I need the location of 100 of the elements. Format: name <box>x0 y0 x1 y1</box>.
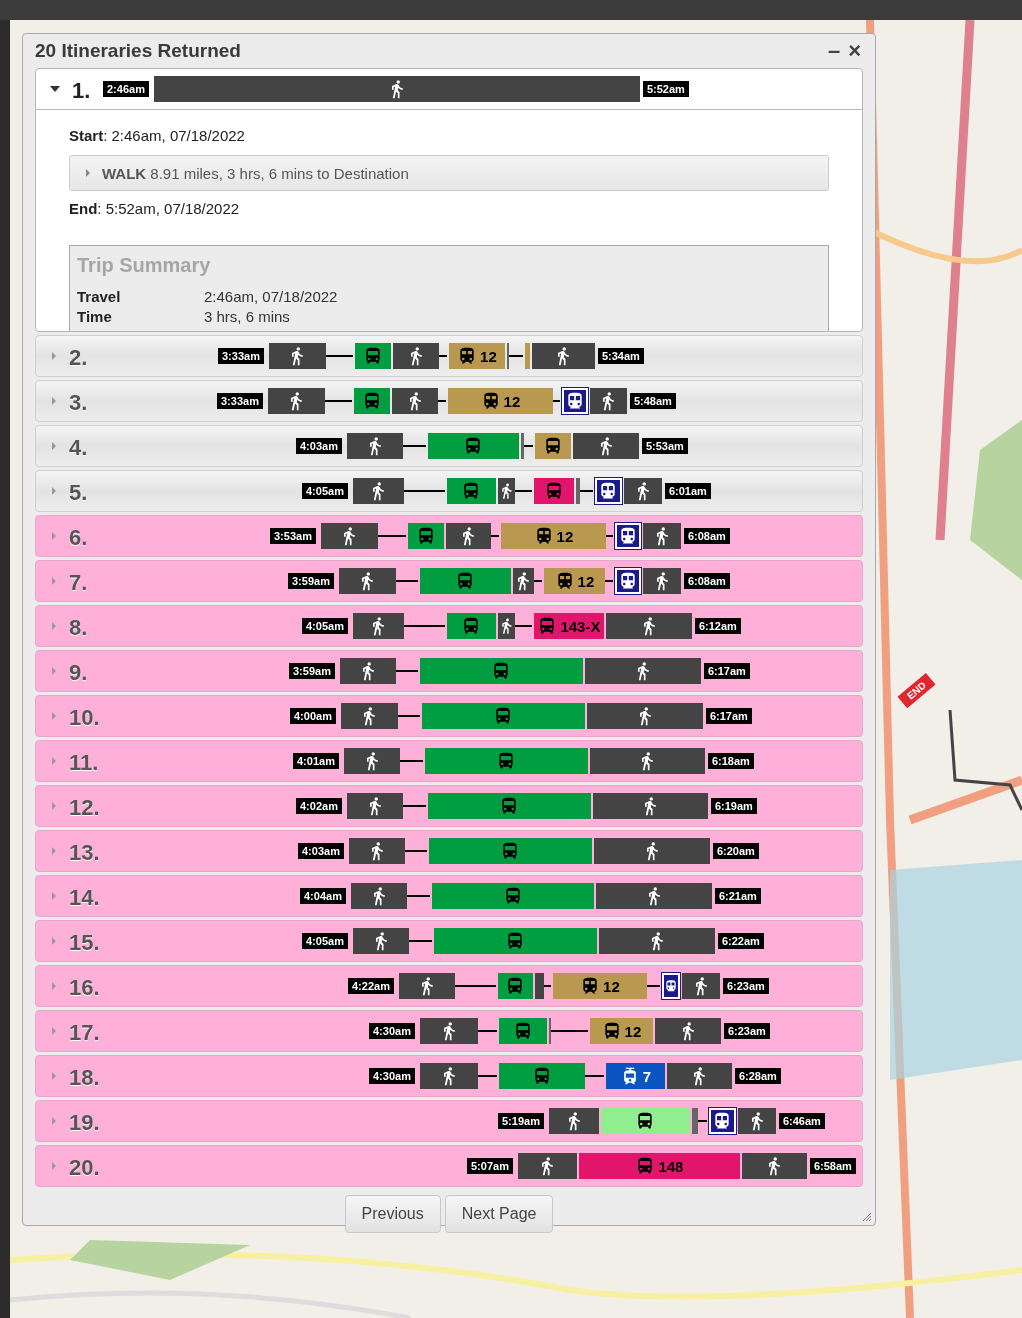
itinerary-number: 9. <box>69 660 89 686</box>
itinerary-row[interactable]: 8. 4:05am 143-X 6:12am <box>35 605 863 647</box>
connector-line <box>402 805 426 807</box>
resize-grip-icon[interactable] <box>862 1212 872 1222</box>
bus-segment: 12 <box>589 1018 653 1044</box>
start-text: Start: 2:46am, 07/18/2022 <box>69 127 246 144</box>
itinerary-number: 18. <box>69 1065 100 1091</box>
connector-line <box>397 715 420 717</box>
start-time: 4:22am <box>348 978 394 994</box>
end-time: 6:21am <box>714 888 761 904</box>
connector-line <box>402 445 426 447</box>
connector-line <box>395 580 418 582</box>
itinerary-row[interactable]: 9. 3:59am 6:17am <box>35 650 863 692</box>
end-time: 6:23am <box>723 1023 770 1039</box>
walk-leg-header[interactable]: WALK 8.91 miles, 3 hrs, 6 mins to Destination <box>69 155 829 191</box>
start-time: 3:53am <box>270 528 316 544</box>
connector-line <box>477 1030 497 1032</box>
itinerary-row[interactable]: 6. 3:53am 12 6:08am <box>35 515 863 557</box>
transfer-marker <box>691 1108 698 1134</box>
itinerary-row[interactable]: 17. 4:30am 12 6:23am <box>35 1010 863 1052</box>
connector-line <box>404 850 427 852</box>
start-time: 3:33am <box>217 393 263 409</box>
connector-line <box>395 670 418 672</box>
next-page-button[interactable]: Next Page <box>444 1195 554 1233</box>
itinerary-row[interactable]: 7. 3:59am 12 6:08am <box>35 560 863 602</box>
end-time: 6:12am <box>694 618 741 634</box>
itinerary-row[interactable]: 12. 4:02am 6:19am <box>35 785 863 827</box>
connector-line <box>399 760 423 762</box>
itinerary-number: 11. <box>69 750 100 776</box>
connector-line <box>646 985 660 987</box>
connector-line <box>550 1030 588 1032</box>
connector-line <box>508 355 523 357</box>
end-time: 6:28am <box>734 1068 781 1084</box>
start-time: 4:05am <box>302 933 348 949</box>
panel-title: 20 Itineraries Returned <box>35 40 242 62</box>
itinerary-number: 17. <box>69 1020 100 1046</box>
itinerary-number: 19. <box>69 1110 100 1136</box>
end-time: 6:17am <box>705 708 752 724</box>
itinerary-row[interactable]: 11. 4:01am 6:18am <box>35 740 863 782</box>
itinerary-number: 14. <box>69 885 100 911</box>
itinerary-row[interactable]: 16. 4:22am 12 6:23am <box>35 965 863 1007</box>
connector-line <box>477 1075 497 1077</box>
end-text: End: 5:52am, 07/18/2022 <box>69 200 241 217</box>
itinerary-row[interactable]: 14. 4:04am 6:21am <box>35 875 863 917</box>
itinerary-number: 3. <box>69 390 89 416</box>
start-time: 4:02am <box>296 798 342 814</box>
summary-label: Travel <box>77 287 122 307</box>
connector-line <box>403 490 445 492</box>
itinerary-row[interactable]: 15. 4:05am 6:22am <box>35 920 863 962</box>
itinerary-number: 5. <box>69 480 89 506</box>
itinerary-row[interactable]: 13. 4:03am 6:20am <box>35 830 863 872</box>
end-time: 6:08am <box>683 573 730 589</box>
itinerary-number: 15. <box>69 930 100 956</box>
itinerary-number: 10. <box>69 705 100 731</box>
rail-segment: 12 <box>543 568 605 594</box>
end-time: 6:46am <box>778 1113 825 1129</box>
start-time: 4:04am <box>300 888 346 904</box>
end-time: 5:34am <box>597 348 644 364</box>
end-time: 6:08am <box>683 528 730 544</box>
itinerary-row[interactable]: 10. 4:00am 6:17am <box>35 695 863 737</box>
itinerary-row[interactable]: 4. 4:03am 5:53am <box>35 425 863 467</box>
itinerary-row[interactable]: 5. 4:05am 6:01am <box>35 470 863 512</box>
end-time: 6:01am <box>664 483 711 499</box>
itinerary-row[interactable]: 3. 3:33am 12 5:48am <box>35 380 863 422</box>
itinerary-row[interactable]: 18. 4:30am 7 6:28am <box>35 1055 863 1097</box>
itinerary-row[interactable]: 1. 2:46am 5:52am Start: 2:46am, 07/18/2022 WALK 8.91 miles, 3 hrs, 6 mins to Destination End: 5:52am, 07/18/2022 Trip Summary Travel 2:46am, 07/18/2022 Time 3 hrs, 6 mins <box>35 68 863 332</box>
connector-line <box>403 625 445 627</box>
close-button[interactable]: × <box>844 40 865 62</box>
itinerary-number: 2. <box>69 345 89 371</box>
minimize-button[interactable]: – <box>823 40 845 62</box>
itinerary-number: 6. <box>69 525 89 551</box>
itinerary-number: 1. <box>72 78 92 104</box>
start-time: 3:59am <box>288 573 334 589</box>
previous-button[interactable]: Previous <box>344 1195 441 1233</box>
caret-icon[interactable] <box>50 86 60 92</box>
summary-label: Time <box>77 307 113 327</box>
end-time: 6:22am <box>717 933 764 949</box>
start-time: 3:59am <box>289 663 335 679</box>
end-time: 5:48am <box>629 393 676 409</box>
end-time: 5:53am <box>641 438 688 454</box>
end-time: 6:17am <box>703 663 750 679</box>
connector-line <box>584 1075 604 1077</box>
summary-value: 3 hrs, 6 mins <box>204 307 290 327</box>
start-time: 4:00am <box>290 708 336 724</box>
itinerary-row[interactable]: 2. 3:33am 12 5:34am <box>35 335 863 377</box>
end-time: 6:58am <box>809 1158 856 1174</box>
bus-segment: 148 <box>578 1153 740 1179</box>
start-time: 4:30am <box>369 1023 415 1039</box>
itinerary-row[interactable]: 20. 5:07am 148 6:58am <box>35 1145 863 1187</box>
connector-line <box>377 535 406 537</box>
connector-line <box>324 400 352 402</box>
start-time: 3:33am <box>218 348 264 364</box>
end-time: 6:20am <box>712 843 759 859</box>
summary-value: 2:46am, 07/18/2022 <box>204 287 338 307</box>
itinerary-number: 12. <box>69 795 100 821</box>
rail-segment: 12 <box>552 973 647 999</box>
start-time: 4:03am <box>298 843 344 859</box>
itinerary-row[interactable]: 19. 5:19am 6:46am <box>35 1100 863 1142</box>
rail-segment: 12 <box>500 523 606 549</box>
connector-line <box>579 490 593 492</box>
